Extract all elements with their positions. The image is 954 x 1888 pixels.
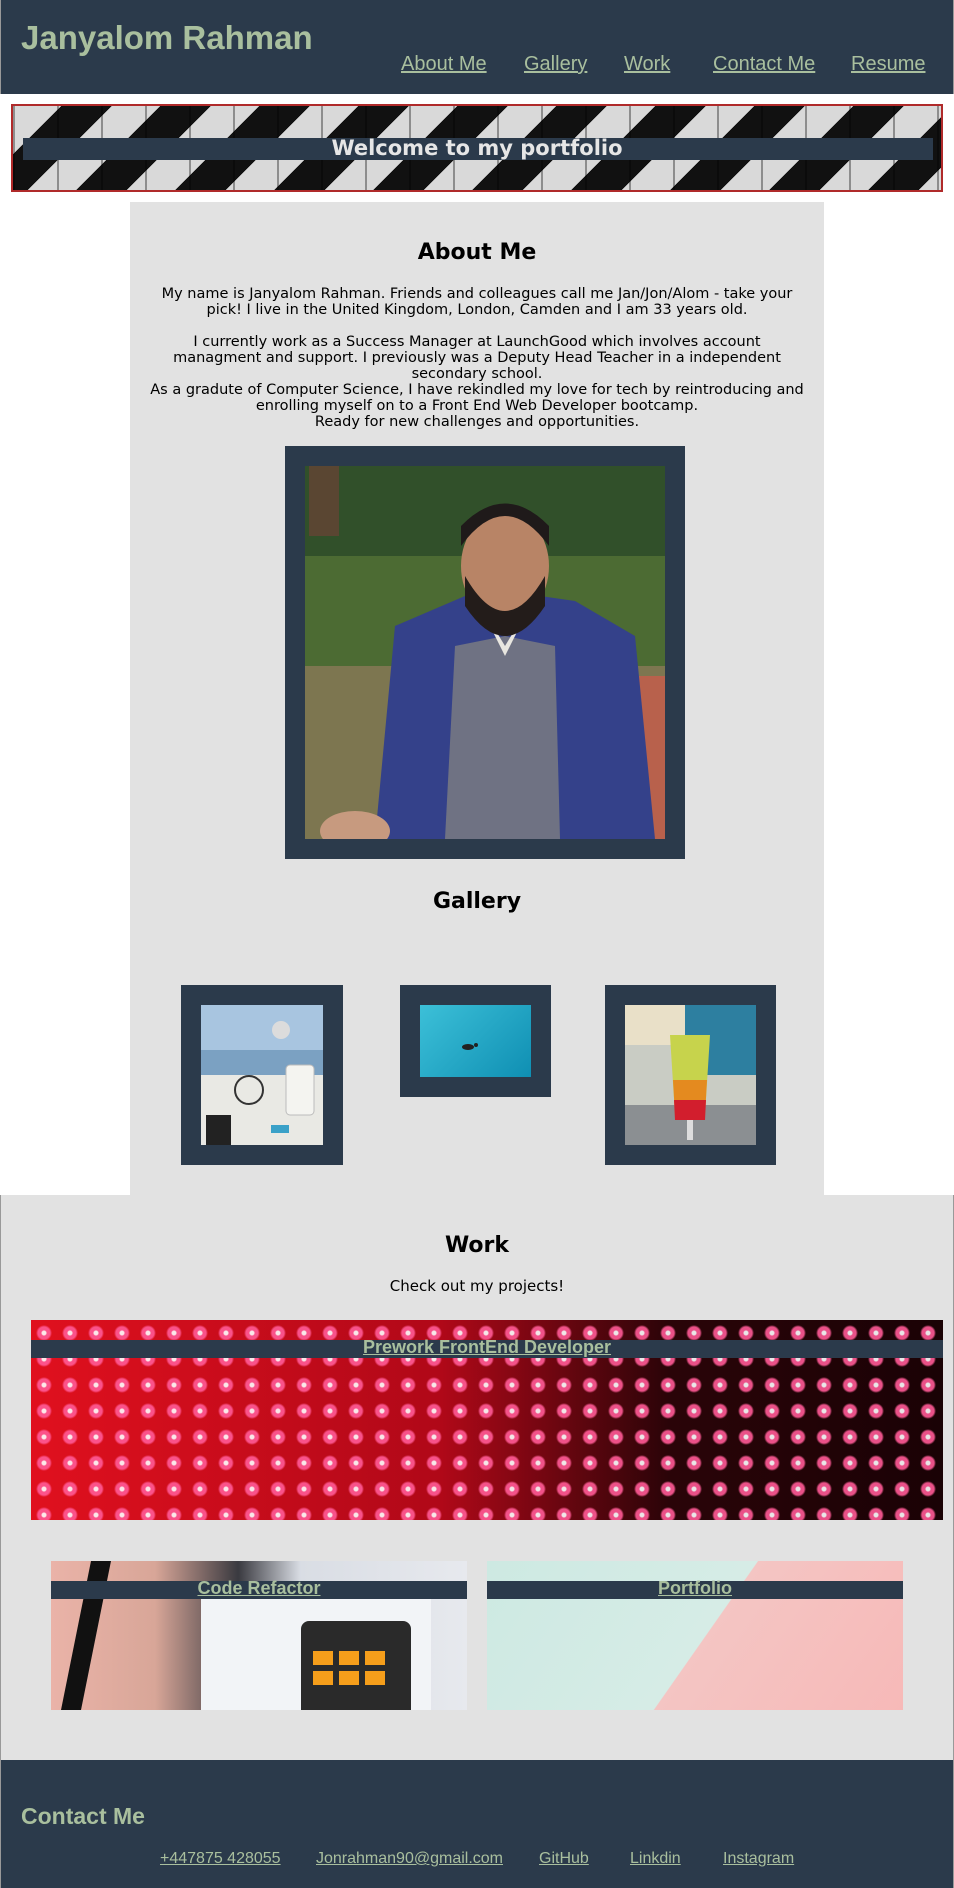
gallery-image-sea bbox=[420, 1005, 531, 1077]
project-link-portfolio[interactable]: Portfolio bbox=[487, 1578, 903, 1599]
project-card-prework[interactable]: Prework FrontEnd Developer bbox=[31, 1320, 943, 1520]
about-heading: About Me bbox=[417, 240, 537, 265]
gallery-item-drink[interactable] bbox=[605, 985, 776, 1165]
gallery-heading: Gallery bbox=[432, 889, 522, 914]
gallery-image-boat bbox=[201, 1005, 323, 1145]
gallery-item-boat[interactable] bbox=[181, 985, 343, 1165]
nav-resume[interactable]: Resume bbox=[851, 53, 925, 76]
hero-banner: Welcome to my portfolio bbox=[11, 104, 943, 192]
work-subtitle: Check out my projects! bbox=[389, 1277, 565, 1295]
contact-email-link[interactable]: Jonrahman90@gmail.com bbox=[316, 1850, 503, 1868]
about-paragraph-ready: Ready for new challenges and opportuniti… bbox=[314, 414, 640, 430]
nav-contact-me[interactable]: Contact Me bbox=[713, 53, 815, 76]
about-paragraph-intro: My name is Janyalom Rahman. Friends and … bbox=[161, 286, 793, 318]
nav-gallery[interactable]: Gallery bbox=[524, 53, 587, 76]
project-card-portfolio[interactable]: Portfolio bbox=[487, 1561, 903, 1710]
about-paragraph-work: I currently work as a Success Manager at… bbox=[173, 334, 781, 382]
contact-heading: Contact Me bbox=[21, 1803, 145, 1829]
contact-linkedin-link[interactable]: Linkdin bbox=[630, 1850, 681, 1868]
contact-github-link[interactable]: GitHub bbox=[539, 1850, 589, 1868]
work-heading: Work bbox=[444, 1233, 510, 1258]
project-link-code-refactor[interactable]: Code Refactor bbox=[51, 1578, 467, 1599]
project-card-code-refactor[interactable]: Code Refactor bbox=[51, 1561, 467, 1710]
hero-title: Welcome to my portfolio bbox=[331, 136, 623, 160]
site-header: Janyalom Rahman About Me Gallery Work Co… bbox=[0, 0, 954, 94]
gallery-image-drink bbox=[625, 1005, 756, 1145]
contact-phone-link[interactable]: +447875 428055 bbox=[160, 1850, 281, 1868]
site-name: Janyalom Rahman bbox=[21, 19, 313, 56]
portrait-frame bbox=[285, 446, 685, 859]
about-paragraph-education: As a gradute of Computer Science, I have… bbox=[150, 382, 804, 414]
nav-work[interactable]: Work bbox=[624, 53, 670, 76]
contact-instagram-link[interactable]: Instagram bbox=[723, 1850, 794, 1868]
profile-photo bbox=[305, 466, 665, 839]
gallery-item-sea[interactable] bbox=[400, 985, 551, 1097]
project-link-prework[interactable]: Prework FrontEnd Developer bbox=[31, 1337, 943, 1358]
nav-about-me[interactable]: About Me bbox=[401, 53, 487, 76]
